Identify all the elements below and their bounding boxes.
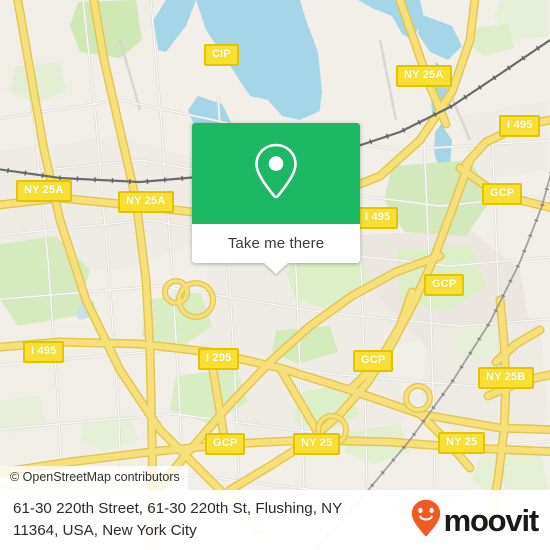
moovit-pin-icon bbox=[411, 499, 441, 542]
highway-shield: I 495 bbox=[499, 115, 541, 137]
highway-shield: CIP bbox=[204, 44, 239, 66]
address-text: 61-30 220th Street, 61-30 220th St, Flus… bbox=[0, 498, 411, 542]
footer-bar: 61-30 220th Street, 61-30 220th St, Flus… bbox=[0, 490, 550, 550]
popup-pointer-tail bbox=[264, 263, 288, 274]
address-line-1: 61-30 220th Street, 61-30 220th St, Flus… bbox=[13, 500, 343, 517]
highway-shield: GCP bbox=[353, 350, 394, 372]
highway-shield: I 495 bbox=[23, 341, 65, 363]
map-pin-icon bbox=[250, 140, 302, 207]
highway-shield: NY 25 bbox=[293, 433, 341, 455]
highway-shield: NY 25B bbox=[478, 367, 534, 389]
highway-shield: GCP bbox=[424, 274, 465, 296]
highway-shield: GCP bbox=[482, 183, 523, 205]
highway-shield: GCP bbox=[205, 433, 246, 455]
take-me-there-label: Take me there bbox=[227, 235, 325, 252]
moovit-wordmark: moovit bbox=[443, 502, 540, 538]
highway-shield: NY 25A bbox=[118, 191, 174, 213]
map-attribution[interactable]: © OpenStreetMap contributors bbox=[0, 466, 188, 490]
highway-shield: I 295 bbox=[198, 348, 240, 370]
highway-shield: NY 25 bbox=[438, 432, 486, 454]
location-popup-card[interactable]: Take me there bbox=[192, 123, 360, 274]
address-line-2: 11364, USA, New York City bbox=[13, 522, 197, 539]
highway-shield: NY 25A bbox=[396, 65, 452, 87]
highway-shield: I 495 bbox=[357, 207, 399, 229]
attribution-label: © OpenStreetMap contributors bbox=[10, 470, 180, 484]
highway-shield: NY 25A bbox=[16, 180, 72, 202]
take-me-there-button[interactable]: Take me there bbox=[192, 224, 360, 263]
moovit-logo[interactable]: moovit bbox=[411, 499, 550, 542]
popup-marker-panel bbox=[192, 123, 360, 224]
map-screenshot-root: CIP NY 25A I 495 NY 25A NY 25A GCP I 495… bbox=[0, 0, 550, 550]
